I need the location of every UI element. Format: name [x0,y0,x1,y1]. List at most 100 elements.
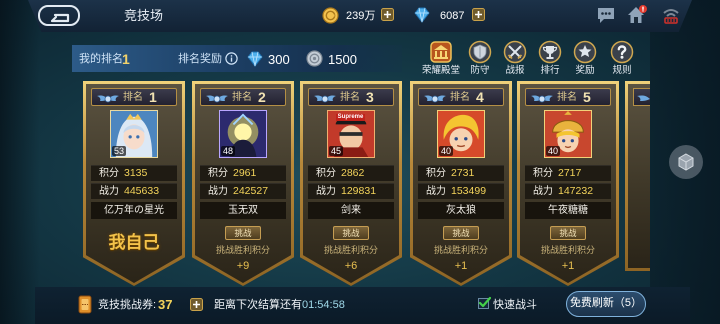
score-label: 积分 [426,168,446,179]
win-points-label: 挑战胜利积分 [215,245,270,255]
level-badge: 40 [439,146,454,156]
power-row: 战力 445633 [91,183,177,199]
crossed-swords-icon [503,40,527,64]
power-value: 242527 [233,185,269,197]
player-name: 亿万年の星光 [91,202,177,219]
avatar[interactable]: Supreme 45 [327,110,375,158]
my-rank-value: 1 [122,51,130,67]
avatar[interactable]: 40 [544,110,592,158]
win-points-label: 挑战胜利积分 [433,245,488,255]
gold-coin-icon [322,7,339,24]
menu-rewards[interactable]: 奖励 [565,40,605,78]
card-body: 排名 2 48 积分 2961 战力 242527 玉无双 挑战 挑战胜利积分 … [195,84,291,283]
rank-label: 排名 [340,92,360,103]
add-gold-button[interactable] [381,8,394,21]
power-label: 战力 [426,186,446,197]
level-badge: 48 [221,146,236,156]
score-label: 积分 [316,168,336,179]
menu-label: 防守 [470,65,490,76]
reward-silver-amount: 1500 [328,52,357,67]
hall-of-honor-icon [429,40,453,64]
opponent-card-partial[interactable] [625,81,650,271]
add-diamond-button[interactable] [472,8,485,21]
menu-battle-report[interactable]: 战报 [495,40,535,78]
power-value: 445633 [124,185,160,197]
avatar-hat-text: Supreme [336,114,365,121]
menu-rules[interactable]: 规则 [602,40,642,78]
cube-icon [676,152,696,172]
challenge-button[interactable]: 挑战 [550,226,586,240]
power-label: 战力 [99,186,119,197]
ticket-count: 37 [158,297,173,312]
challenge-button[interactable]: 挑战 [443,226,479,240]
avatar[interactable]: 48 [219,110,267,158]
score-value: 2961 [233,167,257,179]
trophy-icon [538,40,562,64]
quick-battle-label[interactable]: 快速战斗 [493,298,537,312]
opponent-card: 排名 4 40 积分 2731 战力 153499 灰太狼 挑战 挑战胜利积分 … [410,81,512,286]
cube-button[interactable] [669,145,703,179]
rank-number: 1 [149,89,157,105]
challenge-button[interactable]: 挑战 [333,226,369,240]
avatar[interactable]: 53 [110,110,158,158]
power-row: 战力 153499 [418,183,504,199]
win-points-label: 挑战胜利积分 [323,245,378,255]
avatar[interactable]: 40 [437,110,485,158]
rank-wings-icon [636,92,650,104]
score-row: 积分 2731 [418,165,504,181]
rank-label: 排名 [450,92,470,103]
card-body: 排名 5 40 积分 2717 战力 147232 午夜糖糖 挑战 挑战胜利积分… [520,84,616,283]
menu-label: 奖励 [575,65,595,76]
score-row: 积分 2961 [200,165,286,181]
power-value: 147232 [558,185,594,197]
info-icon[interactable] [225,52,238,65]
rank-number: 5 [583,89,591,105]
power-label: 战力 [316,186,336,197]
left-shade [0,0,40,324]
level-badge: 53 [112,146,127,156]
menu-ranking[interactable]: 排行 [530,40,570,78]
rank-header [633,88,650,106]
player-name: 玉无双 [200,202,286,219]
diamond-amount: 6087 [440,10,465,22]
rank-header: 排名 3 [308,88,394,106]
add-ticket-button[interactable] [190,298,203,311]
rank-header: 排名 5 [525,88,611,106]
score-label: 积分 [208,168,228,179]
rank-header: 排名 1 [91,88,177,106]
rank-wings-icon [423,92,447,104]
menu-defense[interactable]: 防守 [460,40,500,78]
score-value: 3135 [124,167,148,179]
free-refresh-button[interactable]: 免费刷新（5） [566,291,646,317]
quick-battle-checkbox[interactable] [478,296,492,309]
countdown-timer: 01:54:58 [302,299,345,311]
power-row: 战力 242527 [200,183,286,199]
challenge-button[interactable]: 挑战 [225,226,261,240]
opponent-card: 排名 2 48 积分 2961 战力 242527 玉无双 挑战 挑战胜利积分 … [192,81,294,286]
menu-hall-of-honor[interactable]: 荣耀殿堂 [421,40,461,78]
score-value: 2862 [341,167,365,179]
menu-label: 规则 [612,65,632,76]
question-icon [610,40,634,64]
ticket-icon [78,295,92,314]
card-body: 排名 4 40 积分 2731 战力 153499 灰太狼 挑战 挑战胜利积分 … [413,84,509,283]
menu-label: 战报 [505,65,525,76]
win-points-label: 挑战胜利积分 [540,245,595,255]
power-label: 战力 [208,186,228,197]
back-button[interactable] [38,5,80,26]
opponent-card: 排名 3 Supreme 45 积分 2862 战力 129831 剑来 挑战 … [300,81,402,286]
player-name: 午夜糖糖 [525,202,611,219]
countdown-label: 距离下次结算还有 [214,299,302,311]
power-row: 战力 129831 [308,183,394,199]
rank-header: 排名 4 [418,88,504,106]
chat-icon[interactable] [596,5,616,25]
shield-icon [468,40,492,64]
menu-label: 排行 [540,65,560,76]
rank-number: 2 [258,89,266,105]
reward-diamond-amount: 300 [268,52,290,67]
signal-icon[interactable] [661,5,681,25]
gold-amount: 239万 [346,10,376,22]
level-badge: 40 [546,146,561,156]
home-icon[interactable] [626,4,648,26]
card-body: 排名 3 Supreme 45 积分 2862 战力 129831 剑来 挑战 … [303,84,399,283]
